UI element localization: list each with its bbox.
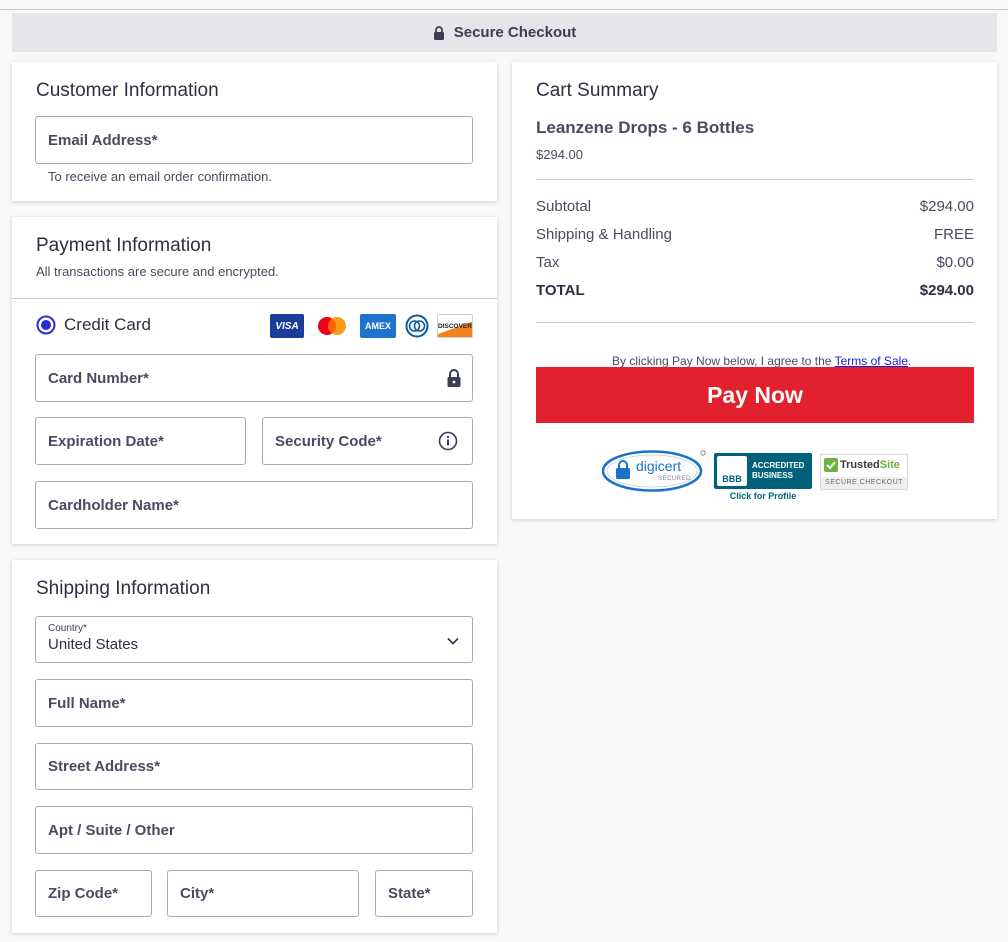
diners-club-icon: diners <box>404 314 430 338</box>
subtotal-value: $294.00 <box>919 198 974 215</box>
lock-icon <box>447 369 461 387</box>
zip-code-field[interactable]: Zip Code* <box>35 870 152 917</box>
info-icon[interactable] <box>438 431 458 451</box>
street-address-label: Street Address* <box>48 758 160 775</box>
credit-card-radio[interactable]: Credit Card <box>36 315 151 335</box>
cardholder-name-field[interactable]: Cardholder Name* <box>35 481 473 529</box>
tax-label: Tax <box>536 254 560 271</box>
country-select-value: United States <box>48 636 139 653</box>
security-code-label: Security Code* <box>275 432 382 450</box>
top-border <box>0 9 1008 10</box>
shipping-label: Shipping & Handling <box>536 226 672 243</box>
card-number-label: Card Number* <box>48 369 149 387</box>
pay-now-button[interactable]: Pay Now <box>536 367 974 423</box>
email-field-label: Email Address* <box>48 131 158 149</box>
shipping-value: FREE <box>933 226 974 243</box>
full-name-field[interactable]: Full Name* <box>35 679 473 727</box>
full-name-label: Full Name* <box>48 694 126 712</box>
total-row: TOTAL $294.00 <box>536 282 974 299</box>
total-label: TOTAL <box>536 282 585 299</box>
customer-info-card: Customer Information Email Address* To r… <box>12 62 497 201</box>
expiration-date-field[interactable]: Expiration Date* <box>35 417 246 465</box>
product-name: Leanzene Drops - 6 Bottles <box>536 118 755 137</box>
shipping-info-title: Shipping Information <box>36 578 211 599</box>
trustedsite-badge[interactable]: Trusted Site SECURE CHECKOUT <box>820 454 908 490</box>
payment-info-title: Payment Information <box>36 235 212 256</box>
country-select-label: Country* <box>48 623 87 634</box>
digicert-sub: SECURED <box>658 476 691 482</box>
terms-suffix: . <box>907 354 912 368</box>
street-address-field[interactable]: Street Address* <box>35 743 473 790</box>
city-label: City* <box>180 885 215 902</box>
bbb-badge[interactable]: BBB ACCREDITED BUSINESS <box>714 453 812 489</box>
shipping-row: Shipping & Handling FREE <box>536 226 974 243</box>
cart-divider-bottom <box>536 322 974 323</box>
trustedsite-label-a: Trusted <box>840 459 880 471</box>
email-hint: To receive an email order confirmation. <box>48 169 272 184</box>
visa-icon: VISA <box>270 314 304 338</box>
bbb-click-for-profile[interactable]: Click for Profile <box>714 491 812 501</box>
amex-icon: AMEX <box>360 314 396 338</box>
lock-icon <box>433 25 445 40</box>
cart-divider-top <box>536 179 974 180</box>
zip-code-label: Zip Code* <box>48 885 118 902</box>
credit-card-label: Credit Card <box>64 315 151 334</box>
discover-icon: DISCOVER <box>437 314 473 338</box>
tax-row: Tax $0.00 <box>536 254 974 271</box>
payment-subtitle: All transactions are secure and encrypte… <box>36 264 279 279</box>
checkmark-icon <box>824 458 838 472</box>
secure-checkout-banner: Secure Checkout <box>12 13 997 52</box>
customer-info-title: Customer Information <box>36 80 219 101</box>
state-field[interactable]: State* <box>375 870 473 917</box>
shipping-info-card: Shipping Information Country* United Sta… <box>12 560 497 933</box>
subtotal-label: Subtotal <box>536 198 592 215</box>
terms-of-sale-link[interactable]: Terms of Sale <box>835 354 908 368</box>
trustedsite-label-b: Site <box>879 459 900 471</box>
subtotal-row: Subtotal $294.00 <box>536 198 974 215</box>
country-select[interactable]: Country* United States <box>35 616 473 663</box>
city-field[interactable]: City* <box>167 870 359 917</box>
bbb-text: ACCREDITED BUSINESS <box>752 461 805 480</box>
tax-value: $0.00 <box>936 254 974 271</box>
digicert-badge[interactable]: digicert SECURED <box>602 450 706 492</box>
product-price: $294.00 <box>536 147 583 162</box>
chevron-down-icon <box>447 637 459 645</box>
cart-summary-title: Cart Summary <box>536 80 659 101</box>
expiration-date-label: Expiration Date* <box>48 432 164 450</box>
total-value: $294.00 <box>919 282 974 299</box>
trustedsite-sub: SECURE CHECKOUT <box>821 477 907 489</box>
cart-summary-card: Cart Summary Leanzene Drops - 6 Bottles … <box>512 62 997 519</box>
mastercard-icon: mastercard <box>314 314 350 338</box>
bbb-logo: BBB <box>717 456 747 486</box>
state-label: State* <box>388 885 431 902</box>
email-field[interactable]: Email Address* <box>35 116 473 164</box>
digicert-label: digicert <box>636 458 682 474</box>
payment-divider <box>12 298 497 299</box>
terms-prefix: By clicking Pay Now below, I agree to th… <box>612 354 835 368</box>
apt-suite-field[interactable]: Apt / Suite / Other <box>35 806 473 854</box>
radio-selected-icon <box>36 315 56 335</box>
card-number-field[interactable]: Card Number* <box>35 354 473 402</box>
security-code-field[interactable]: Security Code* <box>262 417 473 465</box>
cardholder-name-label: Cardholder Name* <box>48 496 179 514</box>
banner-title: Secure Checkout <box>453 24 577 41</box>
apt-suite-label: Apt / Suite / Other <box>48 821 175 839</box>
payment-info-card: Payment Information All transactions are… <box>12 217 497 544</box>
